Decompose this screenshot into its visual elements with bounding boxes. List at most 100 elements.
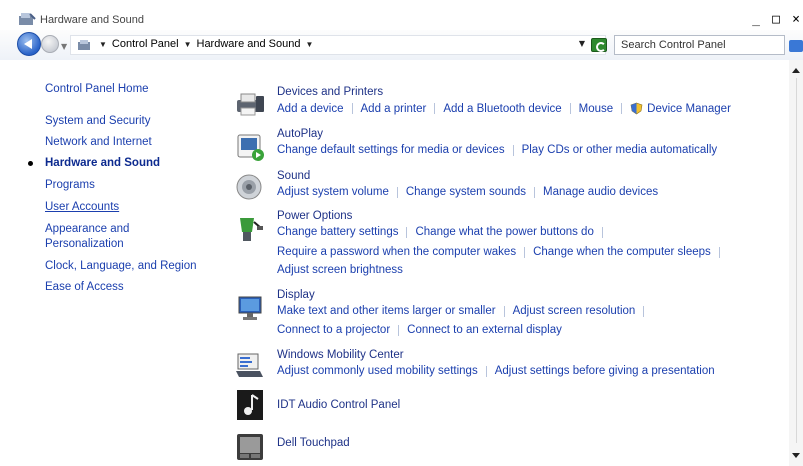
- breadcrumb: ▼ Control Panel ▼ Hardware and Sound ▼: [99, 38, 313, 50]
- adjust-system-volume-link[interactable]: Adjust system volume: [277, 186, 389, 198]
- idt-audio-control-panel-link[interactable]: IDT Audio Control Panel: [277, 399, 400, 411]
- nav-programs[interactable]: Programs: [45, 178, 95, 193]
- chevron-down-icon[interactable]: ▼: [184, 40, 192, 49]
- control-panel-icon: [19, 13, 36, 25]
- search-box: [614, 35, 785, 55]
- add-bluetooth-device-link[interactable]: Add a Bluetooth device: [443, 103, 561, 115]
- nav-ease-of-access[interactable]: Ease of Access: [45, 280, 124, 295]
- add-a-device-link[interactable]: Add a device: [277, 103, 344, 115]
- power-options-tasks-row3: Adjust screen brightness: [277, 264, 403, 276]
- display-tasks-row2: Connect to a projector Connect to an ext…: [277, 324, 562, 336]
- power-options-tasks-row2: Require a password when the computer wak…: [277, 246, 728, 258]
- minimize-button[interactable]: _: [749, 12, 763, 28]
- nav-appearance-and-personalization-line2[interactable]: Personalization: [45, 237, 124, 252]
- change-sleep-time-link[interactable]: Change when the computer sleeps: [533, 246, 711, 258]
- nav-system-and-security[interactable]: System and Security: [45, 114, 150, 129]
- title-bar: Hardware and Sound _ □ ×: [0, 0, 803, 30]
- link-divider: [643, 305, 645, 317]
- display-icon: [238, 296, 262, 320]
- sound-link[interactable]: Sound: [277, 170, 310, 182]
- link-divider: [621, 103, 623, 114]
- require-password-on-wake-link[interactable]: Require a password when the computer wak…: [277, 246, 516, 258]
- link-divider: [396, 186, 398, 198]
- link-divider: [406, 226, 408, 238]
- address-dropdown-icon[interactable]: ▼: [579, 39, 585, 48]
- close-button[interactable]: ×: [789, 12, 803, 28]
- printer-icon: [237, 93, 264, 116]
- window-controls: _ □ ×: [749, 12, 803, 28]
- back-button[interactable]: [17, 32, 41, 56]
- connect-to-external-display-link[interactable]: Connect to an external display: [407, 324, 562, 336]
- power-options-tasks-row1: Change battery settings Change what the …: [277, 226, 611, 238]
- nav-control-panel-home[interactable]: Control Panel Home: [45, 82, 149, 97]
- display-tasks-row1: Make text and other items larger or smal…: [277, 305, 652, 317]
- nav-user-accounts[interactable]: User Accounts: [45, 200, 119, 215]
- display-link[interactable]: Display: [277, 289, 315, 301]
- left-navigation: Control Panel Home System and Security N…: [0, 60, 220, 466]
- link-divider: [601, 226, 603, 238]
- change-battery-settings-link[interactable]: Change battery settings: [277, 226, 398, 238]
- manage-audio-devices-link[interactable]: Manage audio devices: [543, 186, 658, 198]
- refresh-button[interactable]: [591, 38, 607, 52]
- autoplay-icon: [237, 134, 264, 161]
- address-bar[interactable]: ▼ Control Panel ▼ Hardware and Sound ▼ ▼: [70, 35, 606, 55]
- devices-and-printers-link[interactable]: Devices and Printers: [277, 86, 383, 98]
- mobility-center-icon: [236, 353, 263, 377]
- adjust-screen-resolution-link[interactable]: Adjust screen resolution: [513, 305, 636, 317]
- change-default-media-settings-link[interactable]: Change default settings for media or dev…: [277, 144, 505, 156]
- add-a-printer-link[interactable]: Add a printer: [361, 103, 427, 115]
- adjust-screen-brightness-link[interactable]: Adjust screen brightness: [277, 264, 403, 276]
- devices-and-printers-tasks: Add a device Add a printer Add a Bluetoo…: [277, 102, 731, 115]
- dell-touchpad-link[interactable]: Dell Touchpad: [277, 437, 350, 449]
- nav-hardware-and-sound: Hardware and Sound: [45, 157, 161, 169]
- link-divider: [398, 324, 400, 336]
- recent-pages-chevron-icon[interactable]: ▼: [61, 42, 67, 51]
- connect-to-projector-link[interactable]: Connect to a projector: [277, 324, 390, 336]
- shield-icon: [630, 102, 643, 115]
- scroll-track[interactable]: [796, 78, 797, 443]
- category-list: Devices and Printers Add a device Add a …: [228, 60, 788, 466]
- make-text-larger-link[interactable]: Make text and other items larger or smal…: [277, 305, 496, 317]
- change-power-buttons-link[interactable]: Change what the power buttons do: [415, 226, 593, 238]
- link-divider: [485, 365, 487, 377]
- link-divider: [351, 103, 353, 114]
- adjust-mobility-settings-link[interactable]: Adjust commonly used mobility settings: [277, 365, 478, 377]
- maximize-button[interactable]: □: [769, 12, 783, 28]
- link-divider: [718, 246, 720, 258]
- link-divider: [503, 305, 505, 317]
- control-panel-icon: [78, 40, 90, 50]
- breadcrumb-hardware-and-sound[interactable]: Hardware and Sound: [197, 38, 301, 50]
- adjust-presentation-settings-link[interactable]: Adjust settings before giving a presenta…: [495, 365, 715, 377]
- link-divider: [512, 144, 514, 156]
- autoplay-tasks: Change default settings for media or dev…: [277, 144, 717, 156]
- nav-appearance-and-personalization[interactable]: Appearance and: [45, 222, 129, 237]
- music-note-icon: [237, 390, 263, 420]
- mouse-link[interactable]: Mouse: [579, 103, 614, 115]
- navigation-bar: ▼ ▼ Control Panel ▼ Hardware and Sound ▼…: [0, 30, 803, 60]
- link-divider: [534, 186, 536, 198]
- mobility-center-tasks: Adjust commonly used mobility settings A…: [277, 365, 715, 377]
- scroll-up-arrow-icon[interactable]: [792, 68, 800, 73]
- play-cds-automatically-link[interactable]: Play CDs or other media automatically: [522, 144, 718, 156]
- window-title: Hardware and Sound: [40, 14, 144, 26]
- power-options-link[interactable]: Power Options: [277, 210, 352, 222]
- breadcrumb-control-panel[interactable]: Control Panel: [112, 38, 179, 50]
- nav-clock-language-region[interactable]: Clock, Language, and Region: [45, 259, 197, 274]
- nav-network-and-internet[interactable]: Network and Internet: [45, 135, 152, 150]
- change-system-sounds-link[interactable]: Change system sounds: [406, 186, 526, 198]
- forward-button[interactable]: [41, 35, 59, 53]
- vertical-scrollbar[interactable]: [789, 60, 803, 466]
- search-icon[interactable]: [789, 40, 803, 52]
- link-divider: [434, 103, 436, 114]
- device-manager-link[interactable]: Device Manager: [647, 103, 731, 115]
- scroll-down-arrow-icon[interactable]: [792, 453, 800, 458]
- speaker-icon: [236, 174, 262, 200]
- power-options-icon: [240, 218, 263, 241]
- link-divider: [569, 103, 571, 114]
- windows-mobility-center-link[interactable]: Windows Mobility Center: [277, 349, 404, 361]
- autoplay-link[interactable]: AutoPlay: [277, 128, 323, 140]
- search-input[interactable]: [615, 36, 765, 54]
- chevron-down-icon[interactable]: ▼: [99, 40, 107, 49]
- touchpad-icon: [237, 434, 263, 460]
- chevron-down-icon[interactable]: ▼: [305, 40, 313, 49]
